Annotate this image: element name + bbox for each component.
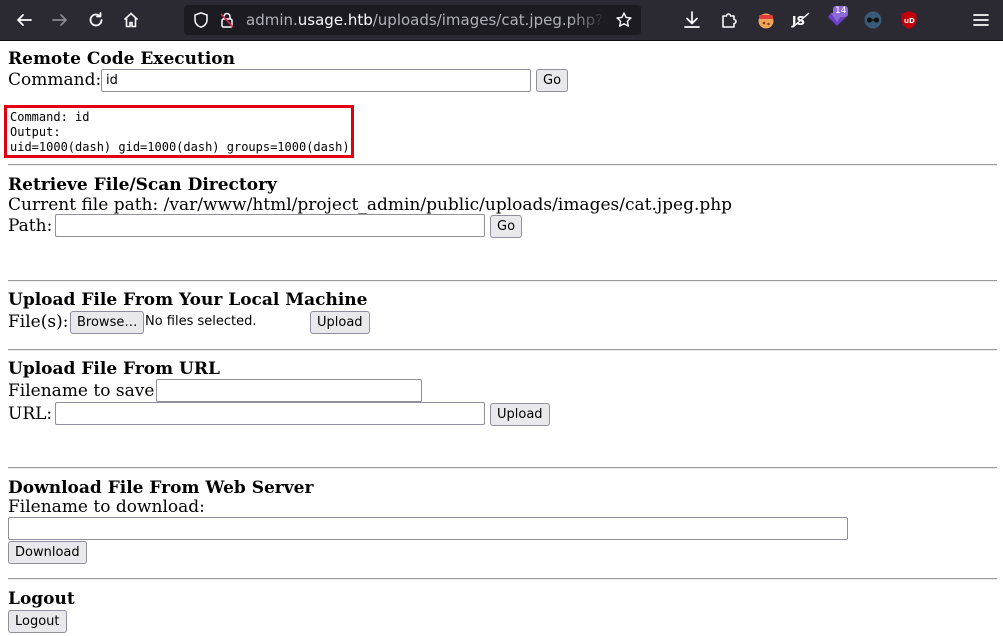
home-button[interactable] xyxy=(119,8,143,32)
current-file-path: Current file path: /var/www/html/project… xyxy=(8,195,733,215)
divider xyxy=(8,280,997,282)
command-go-button[interactable]: Go xyxy=(536,69,569,92)
arrow-right-icon xyxy=(52,14,67,26)
url-subdomain: admin. xyxy=(246,11,298,29)
filename-to-save-input[interactable] xyxy=(156,379,422,402)
retrieve-heading: Retrieve File/Scan Directory xyxy=(8,175,277,195)
filename-to-download-input[interactable] xyxy=(8,517,848,540)
js-toggle-icon[interactable]: JS xyxy=(790,9,812,31)
filename-to-download-label: Filename to download: xyxy=(8,497,205,517)
path-go-button[interactable]: Go xyxy=(490,215,523,238)
svg-text:uD: uD xyxy=(904,17,915,25)
divider xyxy=(8,467,997,469)
svg-text:JS: JS xyxy=(791,14,805,28)
star-icon[interactable] xyxy=(615,11,633,29)
url-label: URL: xyxy=(8,404,53,424)
files-label: File(s): xyxy=(8,312,69,332)
puzzle-icon[interactable] xyxy=(718,9,740,31)
divider xyxy=(8,578,997,580)
reload-button[interactable] xyxy=(84,8,108,32)
command-output-box: Command: id Output: uid=1000(dash) gid=100… xyxy=(4,105,354,158)
forward-button[interactable] xyxy=(48,8,72,32)
browse-button[interactable]: Browse… xyxy=(70,311,145,334)
command-label: Command: xyxy=(8,70,102,90)
url-path: /uploads/images/cat.jpeg.php?command=id xyxy=(372,11,606,29)
filename-to-save-label: Filename to save: xyxy=(8,381,161,401)
ublock-icon[interactable]: uD xyxy=(898,9,920,31)
home-icon xyxy=(123,12,139,28)
back-button[interactable] xyxy=(12,8,36,32)
logout-heading: Logout xyxy=(8,589,75,609)
output-result: uid=1000(dash) gid=1000(dash) groups=100… xyxy=(10,140,350,154)
download-button[interactable]: Download xyxy=(8,541,87,564)
rce-heading: Remote Code Execution xyxy=(8,49,235,69)
download-heading: Download File From Web Server xyxy=(8,478,314,498)
output-command-line: Command: id xyxy=(10,110,90,124)
spy-glasses-icon[interactable] xyxy=(862,9,884,31)
reload-icon xyxy=(89,12,103,27)
download-icon[interactable] xyxy=(681,9,703,31)
url-input[interactable] xyxy=(55,402,485,425)
url-bar[interactable]: admin.usage.htb/uploads/images/cat.jpeg.… xyxy=(184,5,641,35)
arrow-left-icon xyxy=(17,14,32,26)
command-input[interactable]: id xyxy=(101,69,531,92)
browser-toolbar: admin.usage.htb/uploads/images/cat.jpeg.… xyxy=(0,0,1003,41)
extension-badge: 14 xyxy=(833,6,849,17)
upload-local-heading: Upload File From Your Local Machine xyxy=(8,290,368,310)
no-files-selected-text: No files selected. xyxy=(145,314,257,329)
hamburger-menu-icon[interactable] xyxy=(970,9,992,31)
upload-url-button[interactable]: Upload xyxy=(490,403,550,426)
shield-icon[interactable] xyxy=(192,11,210,29)
lock-icon[interactable] xyxy=(218,11,236,29)
url-text[interactable]: admin.usage.htb/uploads/images/cat.jpeg.… xyxy=(246,11,606,29)
output-label: Output: xyxy=(10,125,61,139)
divider xyxy=(8,349,997,351)
upload-url-heading: Upload File From URL xyxy=(8,359,220,379)
logout-button[interactable]: Logout xyxy=(8,610,67,633)
path-label: Path: xyxy=(8,216,53,236)
upload-local-button[interactable]: Upload xyxy=(310,311,370,334)
divider xyxy=(8,164,997,166)
cookie-extension-icon[interactable] xyxy=(755,9,777,31)
url-domain: usage.htb xyxy=(297,11,373,29)
path-input[interactable] xyxy=(55,214,485,237)
